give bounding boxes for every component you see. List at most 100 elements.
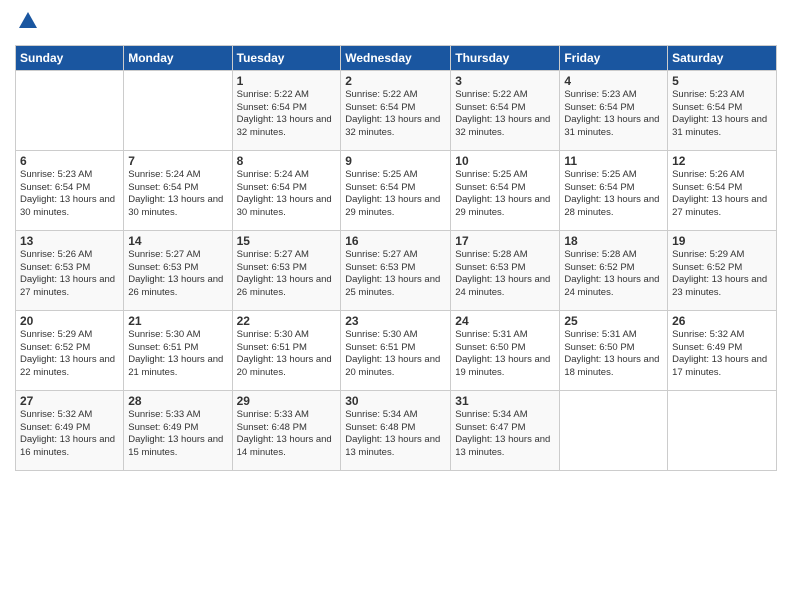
calendar-cell: 21Sunrise: 5:30 AM Sunset: 6:51 PM Dayli… — [124, 310, 232, 390]
day-info: Sunrise: 5:23 AM Sunset: 6:54 PM Dayligh… — [20, 169, 119, 220]
calendar-cell: 29Sunrise: 5:33 AM Sunset: 6:48 PM Dayli… — [232, 390, 341, 470]
day-info: Sunrise: 5:26 AM Sunset: 6:54 PM Dayligh… — [672, 169, 772, 220]
weekday-header-sunday: Sunday — [16, 45, 124, 70]
logo-icon — [17, 10, 39, 32]
day-info: Sunrise: 5:27 AM Sunset: 6:53 PM Dayligh… — [128, 249, 227, 300]
day-info: Sunrise: 5:28 AM Sunset: 6:53 PM Dayligh… — [455, 249, 555, 300]
day-info: Sunrise: 5:24 AM Sunset: 6:54 PM Dayligh… — [237, 169, 337, 220]
day-number: 2 — [345, 74, 446, 88]
day-number: 3 — [455, 74, 555, 88]
day-info: Sunrise: 5:34 AM Sunset: 6:48 PM Dayligh… — [345, 409, 446, 460]
day-number: 4 — [564, 74, 663, 88]
day-info: Sunrise: 5:27 AM Sunset: 6:53 PM Dayligh… — [345, 249, 446, 300]
day-number: 31 — [455, 394, 555, 408]
day-number: 26 — [672, 314, 772, 328]
calendar-cell: 31Sunrise: 5:34 AM Sunset: 6:47 PM Dayli… — [451, 390, 560, 470]
day-info: Sunrise: 5:30 AM Sunset: 6:51 PM Dayligh… — [128, 329, 227, 380]
calendar-week-row: 1Sunrise: 5:22 AM Sunset: 6:54 PM Daylig… — [16, 70, 777, 150]
day-info: Sunrise: 5:33 AM Sunset: 6:48 PM Dayligh… — [237, 409, 337, 460]
calendar-cell: 8Sunrise: 5:24 AM Sunset: 6:54 PM Daylig… — [232, 150, 341, 230]
calendar-cell: 14Sunrise: 5:27 AM Sunset: 6:53 PM Dayli… — [124, 230, 232, 310]
calendar-cell: 5Sunrise: 5:23 AM Sunset: 6:54 PM Daylig… — [668, 70, 777, 150]
day-info: Sunrise: 5:26 AM Sunset: 6:53 PM Dayligh… — [20, 249, 119, 300]
calendar-cell: 26Sunrise: 5:32 AM Sunset: 6:49 PM Dayli… — [668, 310, 777, 390]
day-number: 24 — [455, 314, 555, 328]
calendar-cell: 27Sunrise: 5:32 AM Sunset: 6:49 PM Dayli… — [16, 390, 124, 470]
calendar-cell: 9Sunrise: 5:25 AM Sunset: 6:54 PM Daylig… — [341, 150, 451, 230]
calendar-cell: 30Sunrise: 5:34 AM Sunset: 6:48 PM Dayli… — [341, 390, 451, 470]
calendar-cell: 16Sunrise: 5:27 AM Sunset: 6:53 PM Dayli… — [341, 230, 451, 310]
day-info: Sunrise: 5:30 AM Sunset: 6:51 PM Dayligh… — [345, 329, 446, 380]
day-number: 15 — [237, 234, 337, 248]
day-number: 21 — [128, 314, 227, 328]
logo — [15, 10, 39, 37]
day-number: 17 — [455, 234, 555, 248]
calendar-week-row: 27Sunrise: 5:32 AM Sunset: 6:49 PM Dayli… — [16, 390, 777, 470]
day-info: Sunrise: 5:29 AM Sunset: 6:52 PM Dayligh… — [20, 329, 119, 380]
day-number: 23 — [345, 314, 446, 328]
calendar-cell: 12Sunrise: 5:26 AM Sunset: 6:54 PM Dayli… — [668, 150, 777, 230]
calendar-week-row: 20Sunrise: 5:29 AM Sunset: 6:52 PM Dayli… — [16, 310, 777, 390]
weekday-header-tuesday: Tuesday — [232, 45, 341, 70]
day-info: Sunrise: 5:29 AM Sunset: 6:52 PM Dayligh… — [672, 249, 772, 300]
calendar-cell: 17Sunrise: 5:28 AM Sunset: 6:53 PM Dayli… — [451, 230, 560, 310]
day-number: 27 — [20, 394, 119, 408]
calendar-cell: 23Sunrise: 5:30 AM Sunset: 6:51 PM Dayli… — [341, 310, 451, 390]
day-number: 5 — [672, 74, 772, 88]
day-info: Sunrise: 5:22 AM Sunset: 6:54 PM Dayligh… — [237, 89, 337, 140]
calendar-cell — [668, 390, 777, 470]
day-number: 10 — [455, 154, 555, 168]
day-info: Sunrise: 5:32 AM Sunset: 6:49 PM Dayligh… — [20, 409, 119, 460]
calendar-cell: 13Sunrise: 5:26 AM Sunset: 6:53 PM Dayli… — [16, 230, 124, 310]
day-info: Sunrise: 5:25 AM Sunset: 6:54 PM Dayligh… — [564, 169, 663, 220]
weekday-header-row: SundayMondayTuesdayWednesdayThursdayFrid… — [16, 45, 777, 70]
day-number: 11 — [564, 154, 663, 168]
calendar-cell — [560, 390, 668, 470]
day-info: Sunrise: 5:34 AM Sunset: 6:47 PM Dayligh… — [455, 409, 555, 460]
calendar-week-row: 13Sunrise: 5:26 AM Sunset: 6:53 PM Dayli… — [16, 230, 777, 310]
calendar-cell: 7Sunrise: 5:24 AM Sunset: 6:54 PM Daylig… — [124, 150, 232, 230]
day-info: Sunrise: 5:33 AM Sunset: 6:49 PM Dayligh… — [128, 409, 227, 460]
day-info: Sunrise: 5:23 AM Sunset: 6:54 PM Dayligh… — [564, 89, 663, 140]
day-number: 8 — [237, 154, 337, 168]
weekday-header-wednesday: Wednesday — [341, 45, 451, 70]
day-number: 22 — [237, 314, 337, 328]
weekday-header-friday: Friday — [560, 45, 668, 70]
day-info: Sunrise: 5:31 AM Sunset: 6:50 PM Dayligh… — [455, 329, 555, 380]
day-info: Sunrise: 5:22 AM Sunset: 6:54 PM Dayligh… — [455, 89, 555, 140]
day-number: 25 — [564, 314, 663, 328]
calendar-cell: 11Sunrise: 5:25 AM Sunset: 6:54 PM Dayli… — [560, 150, 668, 230]
day-number: 29 — [237, 394, 337, 408]
day-number: 20 — [20, 314, 119, 328]
calendar-week-row: 6Sunrise: 5:23 AM Sunset: 6:54 PM Daylig… — [16, 150, 777, 230]
day-info: Sunrise: 5:27 AM Sunset: 6:53 PM Dayligh… — [237, 249, 337, 300]
day-info: Sunrise: 5:28 AM Sunset: 6:52 PM Dayligh… — [564, 249, 663, 300]
calendar-cell: 22Sunrise: 5:30 AM Sunset: 6:51 PM Dayli… — [232, 310, 341, 390]
day-info: Sunrise: 5:31 AM Sunset: 6:50 PM Dayligh… — [564, 329, 663, 380]
weekday-header-monday: Monday — [124, 45, 232, 70]
calendar-cell: 4Sunrise: 5:23 AM Sunset: 6:54 PM Daylig… — [560, 70, 668, 150]
calendar-cell: 10Sunrise: 5:25 AM Sunset: 6:54 PM Dayli… — [451, 150, 560, 230]
calendar-table: SundayMondayTuesdayWednesdayThursdayFrid… — [15, 45, 777, 471]
day-info: Sunrise: 5:22 AM Sunset: 6:54 PM Dayligh… — [345, 89, 446, 140]
day-number: 12 — [672, 154, 772, 168]
day-info: Sunrise: 5:25 AM Sunset: 6:54 PM Dayligh… — [455, 169, 555, 220]
calendar-cell: 20Sunrise: 5:29 AM Sunset: 6:52 PM Dayli… — [16, 310, 124, 390]
calendar-cell: 24Sunrise: 5:31 AM Sunset: 6:50 PM Dayli… — [451, 310, 560, 390]
weekday-header-saturday: Saturday — [668, 45, 777, 70]
day-number: 14 — [128, 234, 227, 248]
calendar-cell: 3Sunrise: 5:22 AM Sunset: 6:54 PM Daylig… — [451, 70, 560, 150]
day-number: 9 — [345, 154, 446, 168]
calendar-cell: 19Sunrise: 5:29 AM Sunset: 6:52 PM Dayli… — [668, 230, 777, 310]
day-info: Sunrise: 5:32 AM Sunset: 6:49 PM Dayligh… — [672, 329, 772, 380]
calendar-cell: 6Sunrise: 5:23 AM Sunset: 6:54 PM Daylig… — [16, 150, 124, 230]
day-number: 19 — [672, 234, 772, 248]
day-number: 13 — [20, 234, 119, 248]
day-info: Sunrise: 5:30 AM Sunset: 6:51 PM Dayligh… — [237, 329, 337, 380]
calendar-cell — [124, 70, 232, 150]
day-number: 16 — [345, 234, 446, 248]
calendar-cell: 15Sunrise: 5:27 AM Sunset: 6:53 PM Dayli… — [232, 230, 341, 310]
day-number: 30 — [345, 394, 446, 408]
calendar-cell: 25Sunrise: 5:31 AM Sunset: 6:50 PM Dayli… — [560, 310, 668, 390]
day-number: 28 — [128, 394, 227, 408]
